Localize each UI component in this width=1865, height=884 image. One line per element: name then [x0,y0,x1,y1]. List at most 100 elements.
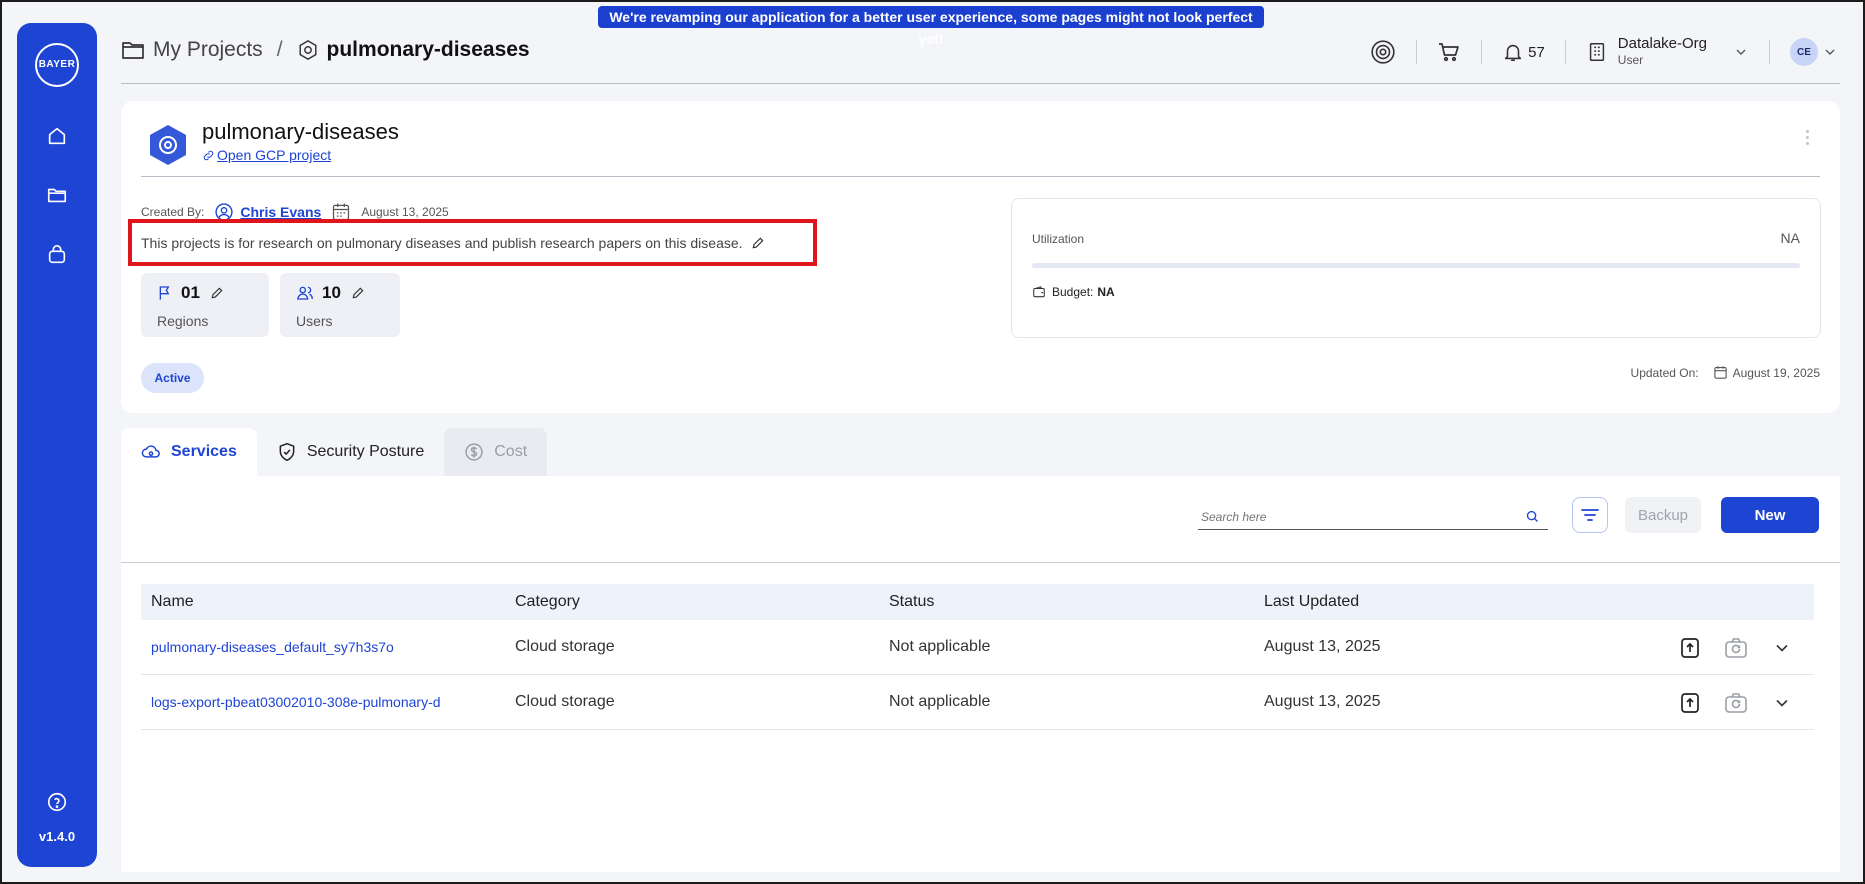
open-gcp-project-link[interactable]: Open GCP project [202,147,331,163]
search-input[interactable] [1198,506,1508,528]
service-category: Cloud storage [515,638,615,655]
sidebar-item-home[interactable] [44,123,70,149]
project-tabs: Services Security Posture Cost [121,428,548,476]
updated-label: Updated On: [1630,365,1699,380]
user-menu[interactable]: CE [1790,38,1838,66]
search-box [1198,506,1548,530]
gcp-link-label: Open GCP project [217,147,332,163]
settings-hub-button[interactable] [1370,39,1396,65]
app-version: v1.4.0 [38,829,76,844]
folder-icon [122,42,144,59]
project-card: pulmonary-diseases Open GCP project Crea… [121,101,1840,413]
header-divider [1416,40,1418,64]
logo-text: BAYER [38,59,76,70]
shield-icon [279,442,295,462]
breadcrumb: My Projects / pulmonary-diseases [121,38,530,62]
status-badge: Active [141,363,204,393]
breadcrumb-separator: / [276,38,283,61]
panel-divider [121,562,1840,563]
budget-label: Budget: [1052,285,1094,299]
cart-button[interactable] [1437,40,1461,64]
project-description: This projects is for research on pulmona… [141,235,765,251]
edit-description-button[interactable] [751,236,765,250]
column-header-last-updated: Last Updated [1264,593,1360,610]
chevron-down-icon [1825,49,1835,55]
upload-button[interactable] [1680,692,1700,714]
edit-users-button[interactable] [351,286,365,300]
bayer-logo[interactable]: BAYER [35,43,79,87]
tab-services-label: Services [171,443,237,460]
table-row: logs-export-pbeat03002010-308e-pulmonary… [141,675,1814,730]
cloud-icon [141,445,160,458]
services-table: Name Category Status Last Updated pulmon… [141,584,1814,730]
bell-icon [1504,44,1522,62]
chevron-down-icon [1736,49,1746,55]
new-service-button[interactable]: New [1721,497,1819,533]
tab-cost-label: Cost [494,443,528,460]
regions-stat: 01 Regions [141,273,269,337]
column-header-status: Status [889,593,935,610]
link-icon [203,150,214,160]
org-switcher[interactable]: Datalake-Org User [1586,36,1749,68]
edit-regions-button[interactable] [210,286,224,300]
service-name-link[interactable]: logs-export-pbeat03002010-308e-pulmonary… [141,694,515,710]
created-by-label: Created By: [141,205,205,219]
breadcrumb-current: pulmonary-diseases [326,38,530,61]
sidebar-item-projects[interactable] [44,182,70,208]
regions-count: 01 [181,283,200,302]
camera-refresh-icon [1725,692,1747,713]
budget-value: NA [1097,285,1115,299]
users-label: Users [296,313,333,329]
expand-row-button[interactable] [1772,693,1792,713]
sidebar-item-marketplace[interactable] [44,242,70,268]
sidebar: BAYER v1.4.0 [17,23,97,867]
upload-button[interactable] [1680,637,1700,659]
header-actions: 57 Datalake-Org User CE [1370,30,1840,74]
backup-button[interactable]: Backup [1625,497,1701,533]
dollar-icon [465,443,483,461]
created-date: August 13, 2025 [361,205,449,219]
folder-icon [47,188,67,203]
services-panel: Backup New Name Category Status Last Upd… [121,476,1840,872]
expand-row-button[interactable] [1772,638,1792,658]
filter-button[interactable] [1572,497,1608,533]
gear-icon [1371,40,1395,64]
service-last-updated: August 13, 2025 [1264,638,1381,655]
sidebar-item-help[interactable] [44,789,70,815]
service-last-updated: August 13, 2025 [1264,693,1381,710]
announcement-banner: We're revamping our application for a be… [598,6,1264,47]
creator-link[interactable]: Chris Evans [240,204,321,220]
notifications-button[interactable]: 57 [1502,41,1545,63]
breadcrumb-my-projects[interactable]: My Projects [153,38,263,62]
users-count: 10 [322,283,341,302]
top-header: My Projects / pulmonary-diseases 57 Data… [121,30,1840,84]
table-header: Name Category Status Last Updated [141,584,1814,620]
more-options-icon[interactable] [1806,127,1812,148]
backup-row-button[interactable] [1724,637,1748,659]
project-hex-icon [147,123,189,172]
users-stat: 10 Users [280,273,400,337]
tab-security-posture[interactable]: Security Posture [257,428,444,476]
flag-icon [159,286,170,300]
description-text: This projects is for research on pulmona… [141,235,743,251]
help-icon [47,792,67,812]
tab-services[interactable]: Services [121,428,257,476]
updated-date: August 19, 2025 [1732,365,1820,380]
service-status: Not applicable [889,638,991,655]
budget-row: Budget: NA [1032,285,1115,299]
upload-icon [1681,637,1699,658]
service-name-link[interactable]: pulmonary-diseases_default_sy7h3s7o [141,639,515,655]
project-hex-icon [299,39,317,61]
notification-count: 57 [1528,43,1545,61]
wallet-icon [1033,286,1045,298]
upload-icon [1681,692,1699,713]
chevron-down-icon [1776,699,1788,707]
search-icon[interactable] [1525,509,1540,524]
tab-cost[interactable]: Cost [444,428,548,476]
users-icon [297,286,313,300]
regions-label: Regions [157,313,209,329]
cart-icon [1439,43,1459,62]
backup-row-button[interactable] [1724,692,1748,714]
card-divider [141,176,1820,177]
org-role: User [1617,53,1644,67]
